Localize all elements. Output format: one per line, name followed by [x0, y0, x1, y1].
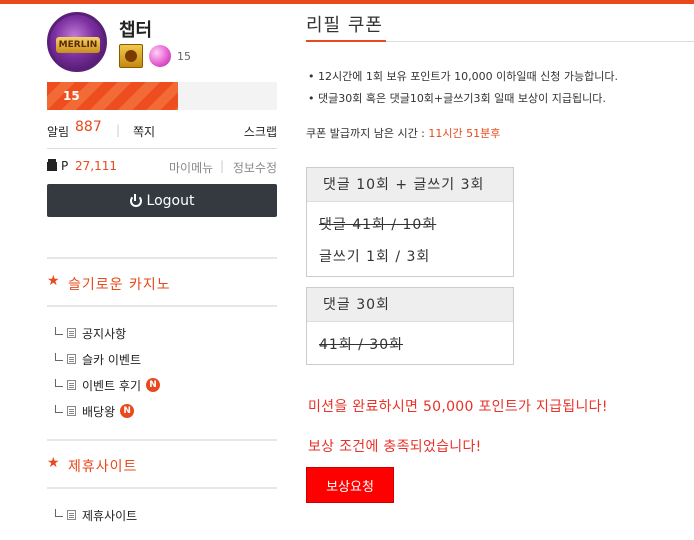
countdown-label: 쿠폰 발급까지 남은 시간 : [306, 127, 425, 140]
tree-branch-icon [55, 327, 63, 335]
mission-title: 댓글 10회 + 글쓰기 3회 [307, 168, 513, 202]
note-link[interactable]: 쪽지 [133, 123, 155, 140]
points-value: 27,111 [75, 159, 117, 173]
divider [47, 487, 277, 489]
tree-branch-icon [55, 509, 63, 517]
section-title: 슬기로운 카지노 [68, 277, 171, 293]
alarm-count[interactable]: 887 [75, 119, 102, 135]
mission-box-comment-post: 댓글 10회 + 글쓰기 3회 댓글 41회 / 10회 글쓰기 1회 / 3회 [306, 167, 514, 277]
coupon-countdown: 쿠폰 발급까지 남은 시간 : 11시간 51분후 [306, 125, 500, 141]
title-accent-line [306, 40, 386, 42]
divider [47, 148, 277, 149]
profile-card: MERLIN 챕터 15 [47, 4, 277, 82]
star-icon: ★ [47, 273, 60, 289]
new-badge: N [146, 378, 161, 392]
tree-branch-icon [55, 405, 63, 413]
mission-progress-comment: 41회 / 30회 [319, 337, 404, 353]
tree-branch-icon [55, 353, 63, 361]
document-icon [67, 380, 76, 390]
level-number: 15 [177, 49, 191, 63]
sidebar-item-event-review[interactable]: 이벤트 후기 N [55, 376, 161, 394]
section-header-partner[interactable]: ★ 제휴사이트 [47, 441, 277, 487]
notice-line: • 12시간에 1회 보유 포인트가 10,000 이하일때 신청 가능합니다. [308, 70, 618, 83]
divider [47, 305, 277, 307]
sidebar-item-notice[interactable]: 공지사항 [55, 324, 126, 342]
sidebar-item-event[interactable]: 슬카 이벤트 [55, 350, 141, 368]
section-header-casino[interactable]: ★ 슬기로운 카지노 [47, 259, 277, 305]
rank-badge-icon [119, 44, 143, 68]
document-icon [67, 406, 76, 416]
username: 챕터 [119, 20, 153, 41]
star-icon: ★ [47, 455, 60, 471]
mission-title: 댓글 30회 [307, 288, 513, 322]
alarm-row: 알림 887 | 쪽지 스크랩 [47, 119, 277, 140]
mission-reward-message: 미션을 완료하시면 50,000 포인트가 지급됩니다! [308, 399, 608, 415]
xp-progress-bar: 15 [47, 82, 277, 110]
separator: | [116, 123, 121, 137]
logout-button[interactable]: Logout [47, 184, 277, 217]
document-icon [67, 328, 76, 338]
tree-branch-icon [55, 379, 63, 387]
gift-icon [47, 159, 57, 171]
mission-progress-comment: 댓글 41회 / 10회 [319, 217, 437, 233]
reward-request-button[interactable]: 보상요청 [306, 467, 394, 503]
avatar[interactable]: MERLIN [47, 12, 107, 72]
avatar-logo-icon: MERLIN [56, 37, 100, 53]
my-menu-link[interactable]: 마이메뉴 [169, 159, 213, 176]
sidebar: MERLIN 챕터 15 15 알림 887 | 쪽지 스크랩 P 27,111… [47, 4, 277, 523]
reward-eligible-message: 보상 조건에 충족되었습니다! [308, 439, 482, 455]
document-icon [67, 510, 76, 520]
sidebar-item-label: 제휴사이트 [82, 508, 138, 523]
points-prefix: P [61, 159, 69, 173]
sidebar-item-dividend-king[interactable]: 배당왕 N [55, 402, 135, 420]
sidebar-item-label: 슬카 이벤트 [82, 352, 142, 367]
gem-level-icon [149, 45, 171, 67]
mission-progress-post: 글쓰기 1회 / 3회 [319, 249, 431, 265]
page-title: 리필 쿠폰 [306, 15, 383, 36]
separator: | [220, 159, 225, 173]
edit-info-link[interactable]: 정보수정 [233, 159, 277, 176]
alarm-label[interactable]: 알림 [47, 123, 69, 140]
notice-line: • 댓글30회 혹은 댓글10회+글쓰기3회 일때 보상이 지급됩니다. [308, 92, 606, 105]
logout-label: Logout [146, 192, 195, 209]
sidebar-item-label: 이벤트 후기 [82, 378, 142, 393]
xp-progress-label: 15 [63, 89, 80, 103]
document-icon [67, 354, 76, 364]
sidebar-item-partner-site[interactable]: 제휴사이트 [55, 506, 137, 524]
scrap-link[interactable]: 스크랩 [244, 123, 277, 140]
power-icon [129, 193, 142, 207]
profile-badges: 15 [119, 44, 191, 68]
sidebar-item-label: 배당왕 [82, 404, 116, 419]
mission-box-comment-only: 댓글 30회 41회 / 30회 [306, 287, 514, 365]
new-badge: N [120, 404, 135, 418]
points-row: P 27,111 마이메뉴 | 정보수정 [47, 159, 277, 177]
section-title: 제휴사이트 [68, 459, 138, 475]
sidebar-item-label: 공지사항 [82, 326, 127, 341]
countdown-time: 11시간 51분후 [428, 127, 501, 140]
